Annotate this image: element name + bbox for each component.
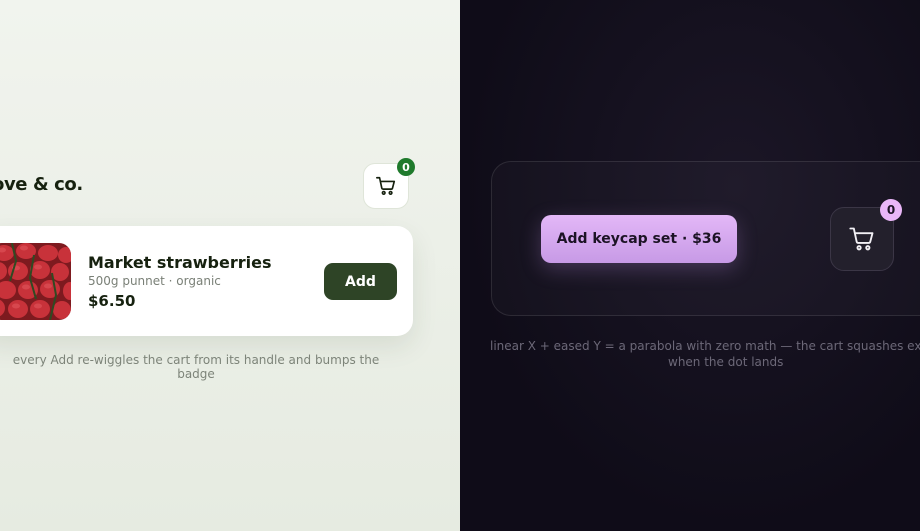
dark-caption-line2: when the dot lands <box>668 355 784 369</box>
product-price: $6.50 <box>88 292 136 310</box>
add-keycap-set-button[interactable]: Add keycap set · $36 <box>541 215 737 263</box>
cart-count-badge: 0 <box>397 158 415 176</box>
cart-count-badge-dark: 0 <box>880 199 902 221</box>
cart-icon <box>376 176 396 195</box>
product-meta: 500g punnet · organic <box>88 274 221 288</box>
light-demo-panel: ove & co. 0 Market strawberries 500g pun… <box>0 0 460 531</box>
store-name: ove & co. <box>0 174 83 195</box>
dark-caption-line1: linear X + eased Y = a parabola with zer… <box>490 339 920 353</box>
product-card: Market strawberries 500g punnet · organi… <box>0 226 413 336</box>
strawberries-photo <box>0 243 71 320</box>
cart-icon <box>849 227 874 251</box>
light-demo-caption: every Add re-wiggles the cart from its h… <box>12 353 380 381</box>
dark-demo-caption: linear X + eased Y = a parabola with zer… <box>490 338 920 370</box>
add-button[interactable]: Add <box>324 263 397 300</box>
product-title: Market strawberries <box>88 253 272 272</box>
dark-demo-panel: Add keycap set · $36 0 linear X + eased … <box>460 0 920 531</box>
product-image <box>0 243 71 320</box>
